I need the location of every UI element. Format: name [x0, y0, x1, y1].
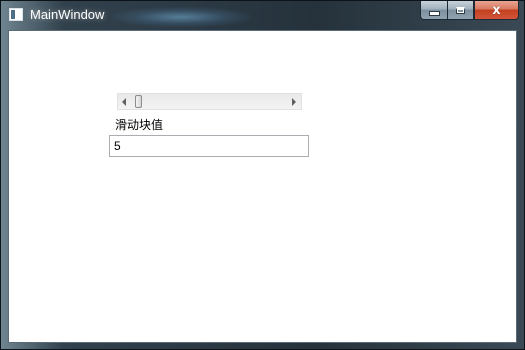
client-area: 滑动块值 [8, 30, 517, 343]
slider-value-label: 滑动块值 [115, 118, 164, 132]
value-slider[interactable] [117, 93, 302, 110]
main-window: MainWindow x 滑动块值 [0, 0, 525, 350]
minimize-button[interactable] [420, 1, 447, 20]
title-bar-glow [111, 7, 251, 27]
slider-thumb[interactable] [135, 95, 142, 108]
app-icon[interactable] [9, 8, 23, 21]
title-bar[interactable]: MainWindow x [1, 1, 524, 29]
maximize-icon [456, 6, 465, 14]
arrow-right-icon[interactable] [292, 98, 296, 106]
caption-buttons: x [420, 1, 519, 21]
minimize-icon [428, 11, 440, 16]
maximize-button[interactable] [447, 1, 474, 20]
close-button[interactable]: x [474, 1, 519, 20]
slider-value-textbox[interactable] [109, 135, 309, 157]
arrow-left-icon[interactable] [122, 98, 126, 106]
window-title: MainWindow [30, 7, 105, 22]
close-icon: x [492, 2, 501, 18]
